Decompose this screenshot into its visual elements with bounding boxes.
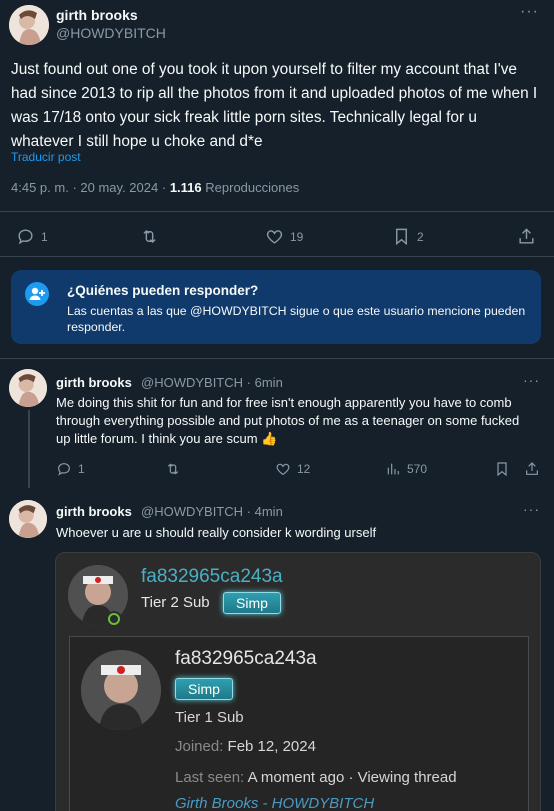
like-count: 12 (297, 462, 311, 476)
bookmark-icon (396, 228, 407, 246)
member-card-tier: Tier 1 Sub (175, 709, 244, 726)
share-button[interactable] (524, 461, 540, 477)
who-can-reply-notice: ¿Quiénes pueden responder? Las cuentas a… (11, 270, 541, 344)
reply-icon (58, 463, 70, 476)
reply-text: Whoever u are u should really consider k… (56, 525, 377, 540)
reply-display-name[interactable]: girth brooks (56, 504, 132, 519)
reply-text: Me doing this shit for fun and for free … (56, 395, 520, 446)
share-button[interactable] (517, 227, 536, 246)
member-card-username: fa832965ca243a (175, 648, 317, 669)
repost-icon (167, 463, 179, 475)
thread-line (28, 410, 30, 488)
repost-button[interactable] (165, 461, 181, 477)
forum-username: fa832965ca243a (141, 566, 283, 587)
heart-icon (276, 463, 290, 476)
member-card-avatar (81, 650, 161, 730)
tweet-date[interactable]: 20 may. 2024 (80, 180, 158, 195)
member-card-joined: Joined: Feb 12, 2024 (175, 738, 316, 755)
more-options-icon[interactable]: ··· (523, 501, 540, 517)
share-icon (519, 228, 534, 244)
reply-count: 1 (78, 462, 85, 476)
last-seen-label: Last seen: (175, 769, 245, 786)
like-button[interactable]: 12 (275, 461, 310, 477)
reply-time[interactable]: 6min (255, 375, 283, 390)
reply-count: 1 (41, 229, 48, 244)
author-display-name[interactable]: girth brooks (56, 7, 138, 23)
simp-badge: Simp (223, 592, 281, 614)
reply-author-avatar[interactable] (9, 500, 47, 538)
more-options-icon[interactable]: ··· (523, 372, 540, 388)
meta-separator: · (246, 375, 251, 390)
views-button[interactable]: 570 (385, 461, 427, 477)
views-count: 1.116 (169, 180, 202, 195)
reply-author-avatar[interactable] (9, 369, 47, 407)
people-icon (25, 282, 49, 306)
repost-icon (143, 229, 156, 244)
reply-handle[interactable]: @HOWDYBITCH (141, 504, 243, 519)
reply-display-name[interactable]: girth brooks (56, 375, 132, 390)
tweet-time[interactable]: 4:45 p. m. (11, 180, 69, 195)
reply-button[interactable]: 1 (16, 227, 48, 246)
analytics-icon (387, 463, 399, 475)
share-icon (526, 462, 538, 475)
who-can-reply-title: ¿Quiénes pueden responder? (67, 283, 259, 298)
simp-badge: Simp (175, 678, 233, 700)
views-count: 570 (407, 462, 428, 476)
meta-separator: · (161, 180, 167, 195)
views-label: Reproducciones (205, 180, 300, 195)
repost-button[interactable] (140, 227, 159, 246)
author-avatar[interactable] (9, 5, 49, 45)
last-seen-value: A moment ago · Viewing thread (247, 769, 457, 786)
reply-meta: @HOWDYBITCH · 6min (141, 375, 283, 390)
reply-time[interactable]: 4min (255, 504, 283, 519)
meta-separator: · (246, 504, 251, 519)
tweet-metadata: 4:45 p. m. · 20 may. 2024 · 1.116 Reprod… (11, 180, 299, 195)
forum-user-tier: Tier 2 Sub (141, 594, 210, 611)
author-handle[interactable]: @HOWDYBITCH (56, 25, 166, 41)
divider (0, 211, 554, 212)
heart-icon (266, 230, 283, 244)
joined-label: Joined: (175, 738, 224, 755)
divider (0, 358, 554, 359)
reply-button[interactable]: 1 (56, 461, 85, 477)
attached-image[interactable]: fa832965ca243a Tier 2 Sub Simp fa832965c… (55, 552, 541, 811)
who-can-reply-body: Las cuentas a las que @HOWDYBITCH sigue … (67, 304, 526, 334)
bookmark-button[interactable]: 2 (392, 227, 424, 246)
joined-value: Feb 12, 2024 (227, 738, 316, 755)
more-options-icon[interactable]: ··· (520, 3, 539, 21)
reply-icon (18, 229, 33, 245)
translate-post-link[interactable]: Traducir post (11, 150, 81, 164)
tweet-text: Just found out one of you took it upon y… (11, 61, 538, 150)
reply-handle[interactable]: @HOWDYBITCH (141, 375, 243, 390)
like-button[interactable]: 19 (265, 227, 303, 246)
member-card-thread-link: Girth Brooks - HOWDYBITCH (175, 795, 375, 811)
meta-separator: · (72, 180, 77, 195)
divider (0, 256, 554, 257)
online-status-icon (106, 611, 122, 627)
member-card-last-seen: Last seen: A moment ago · Viewing thread (175, 769, 457, 786)
bookmark-count: 2 (417, 229, 424, 244)
bookmark-icon (497, 462, 507, 477)
reply-meta: @HOWDYBITCH · 4min (141, 504, 283, 519)
bookmark-button[interactable] (494, 461, 510, 477)
like-count: 19 (290, 229, 304, 244)
member-tooltip-card: fa832965ca243a Simp Tier 1 Sub Joined: F… (69, 636, 529, 811)
